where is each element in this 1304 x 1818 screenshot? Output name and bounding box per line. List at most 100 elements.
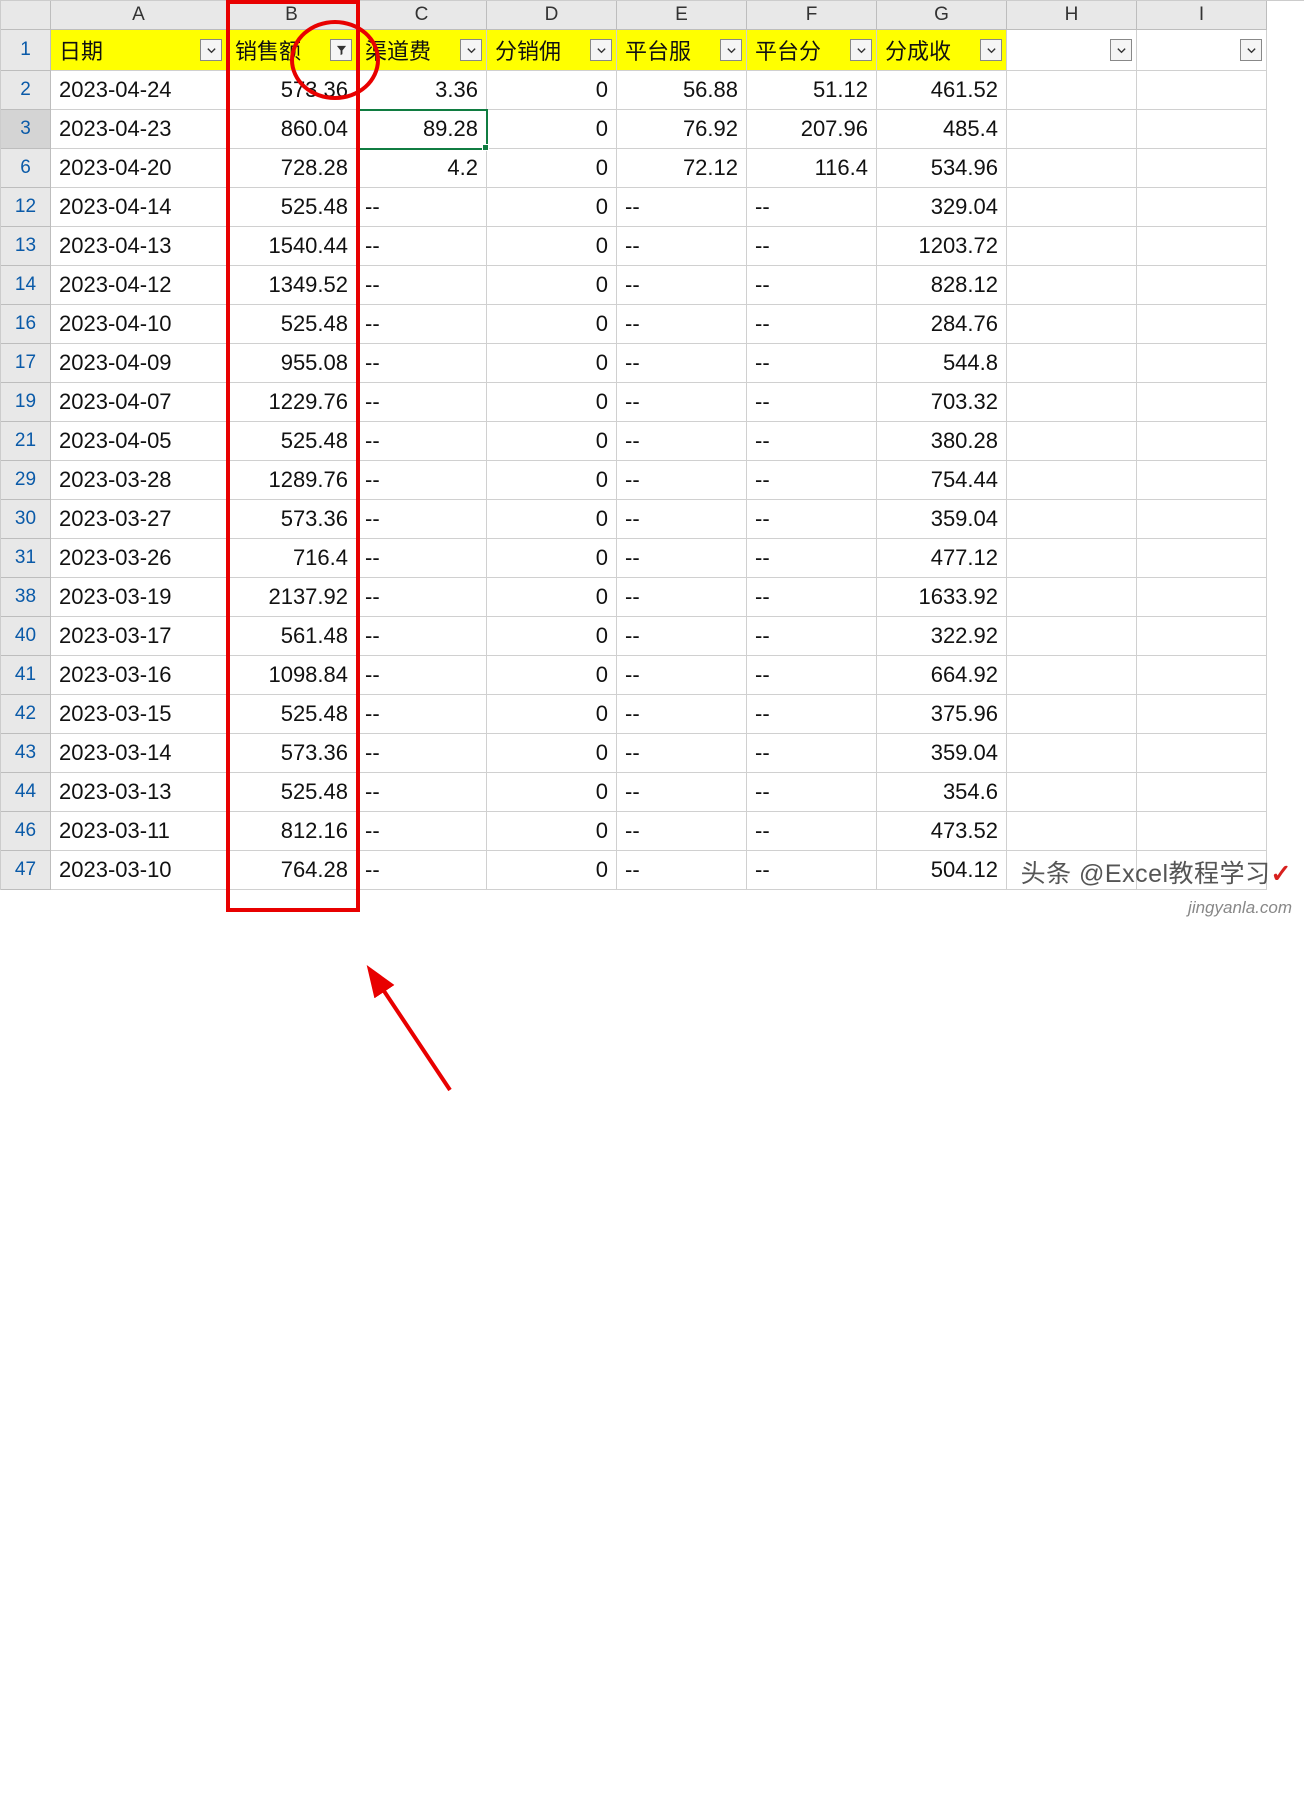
cell-F17[interactable]: --	[747, 344, 877, 383]
header-cell-C[interactable]: 渠道费	[357, 30, 487, 71]
cell-I16[interactable]	[1137, 305, 1267, 344]
cell-H30[interactable]	[1007, 500, 1137, 539]
cell-H12[interactable]	[1007, 188, 1137, 227]
cell-G2[interactable]: 461.52	[877, 71, 1007, 110]
cell-C44[interactable]: --	[357, 773, 487, 812]
cell-G44[interactable]: 354.6	[877, 773, 1007, 812]
cell-C21[interactable]: --	[357, 422, 487, 461]
row-header-2[interactable]: 2	[1, 71, 51, 110]
cell-F29[interactable]: --	[747, 461, 877, 500]
cell-B13[interactable]: 1540.44	[227, 227, 357, 266]
cell-H44[interactable]	[1007, 773, 1137, 812]
cell-A47[interactable]: 2023-03-10	[51, 851, 227, 890]
row-header-12[interactable]: 12	[1, 188, 51, 227]
row-header-47[interactable]: 47	[1, 851, 51, 890]
cell-A13[interactable]: 2023-04-13	[51, 227, 227, 266]
cell-F38[interactable]: --	[747, 578, 877, 617]
cell-D12[interactable]: 0	[487, 188, 617, 227]
cell-A16[interactable]: 2023-04-10	[51, 305, 227, 344]
row-header-31[interactable]: 31	[1, 539, 51, 578]
cell-A21[interactable]: 2023-04-05	[51, 422, 227, 461]
cell-F3[interactable]: 207.96	[747, 110, 877, 149]
cell-B17[interactable]: 955.08	[227, 344, 357, 383]
cell-C14[interactable]: --	[357, 266, 487, 305]
cell-F21[interactable]: --	[747, 422, 877, 461]
row-header-42[interactable]: 42	[1, 695, 51, 734]
cell-I3[interactable]	[1137, 110, 1267, 149]
cell-E21[interactable]: --	[617, 422, 747, 461]
cell-I13[interactable]	[1137, 227, 1267, 266]
cell-B6[interactable]: 728.28	[227, 149, 357, 188]
cell-H41[interactable]	[1007, 656, 1137, 695]
cell-F19[interactable]: --	[747, 383, 877, 422]
cell-C17[interactable]: --	[357, 344, 487, 383]
cell-F31[interactable]: --	[747, 539, 877, 578]
cell-I12[interactable]	[1137, 188, 1267, 227]
cell-E40[interactable]: --	[617, 617, 747, 656]
row-header-30[interactable]: 30	[1, 500, 51, 539]
cell-E47[interactable]: --	[617, 851, 747, 890]
cell-B16[interactable]: 525.48	[227, 305, 357, 344]
cell-C31[interactable]: --	[357, 539, 487, 578]
row-header-16[interactable]: 16	[1, 305, 51, 344]
cell-E41[interactable]: --	[617, 656, 747, 695]
cell-C13[interactable]: --	[357, 227, 487, 266]
cell-F47[interactable]: --	[747, 851, 877, 890]
cell-I6[interactable]	[1137, 149, 1267, 188]
select-all-corner[interactable]	[1, 1, 51, 30]
cell-D6[interactable]: 0	[487, 149, 617, 188]
cell-C38[interactable]: --	[357, 578, 487, 617]
cell-G31[interactable]: 477.12	[877, 539, 1007, 578]
cell-E12[interactable]: --	[617, 188, 747, 227]
row-header-17[interactable]: 17	[1, 344, 51, 383]
cell-H40[interactable]	[1007, 617, 1137, 656]
cell-E6[interactable]: 72.12	[617, 149, 747, 188]
column-header-I[interactable]: I	[1137, 1, 1267, 30]
row-header-46[interactable]: 46	[1, 812, 51, 851]
cell-A3[interactable]: 2023-04-23	[51, 110, 227, 149]
cell-D46[interactable]: 0	[487, 812, 617, 851]
cell-C46[interactable]: --	[357, 812, 487, 851]
cell-F41[interactable]: --	[747, 656, 877, 695]
cell-E31[interactable]: --	[617, 539, 747, 578]
cell-A38[interactable]: 2023-03-19	[51, 578, 227, 617]
cell-B38[interactable]: 2137.92	[227, 578, 357, 617]
cell-B12[interactable]: 525.48	[227, 188, 357, 227]
column-header-G[interactable]: G	[877, 1, 1007, 30]
row-header-6[interactable]: 6	[1, 149, 51, 188]
row-header-19[interactable]: 19	[1, 383, 51, 422]
cell-H2[interactable]	[1007, 71, 1137, 110]
cell-C6[interactable]: 4.2	[357, 149, 487, 188]
cell-G40[interactable]: 322.92	[877, 617, 1007, 656]
cell-D44[interactable]: 0	[487, 773, 617, 812]
cell-G29[interactable]: 754.44	[877, 461, 1007, 500]
cell-I31[interactable]	[1137, 539, 1267, 578]
cell-G38[interactable]: 1633.92	[877, 578, 1007, 617]
cell-I30[interactable]	[1137, 500, 1267, 539]
cell-C3[interactable]: 89.28	[357, 110, 487, 149]
filter-button-A[interactable]	[200, 39, 222, 61]
cell-I17[interactable]	[1137, 344, 1267, 383]
cell-B29[interactable]: 1289.76	[227, 461, 357, 500]
row-header-43[interactable]: 43	[1, 734, 51, 773]
row-header-1[interactable]: 1	[1, 30, 51, 71]
cell-I41[interactable]	[1137, 656, 1267, 695]
cell-F14[interactable]: --	[747, 266, 877, 305]
cell-F44[interactable]: --	[747, 773, 877, 812]
cell-D19[interactable]: 0	[487, 383, 617, 422]
header-cell-H[interactable]	[1007, 30, 1137, 71]
cell-H13[interactable]	[1007, 227, 1137, 266]
cell-D17[interactable]: 0	[487, 344, 617, 383]
column-header-H[interactable]: H	[1007, 1, 1137, 30]
cell-D14[interactable]: 0	[487, 266, 617, 305]
cell-D2[interactable]: 0	[487, 71, 617, 110]
filter-button-I[interactable]	[1240, 39, 1262, 61]
cell-D42[interactable]: 0	[487, 695, 617, 734]
cell-B41[interactable]: 1098.84	[227, 656, 357, 695]
cell-D21[interactable]: 0	[487, 422, 617, 461]
cell-E14[interactable]: --	[617, 266, 747, 305]
cell-F46[interactable]: --	[747, 812, 877, 851]
cell-D16[interactable]: 0	[487, 305, 617, 344]
cell-I43[interactable]	[1137, 734, 1267, 773]
cell-A46[interactable]: 2023-03-11	[51, 812, 227, 851]
